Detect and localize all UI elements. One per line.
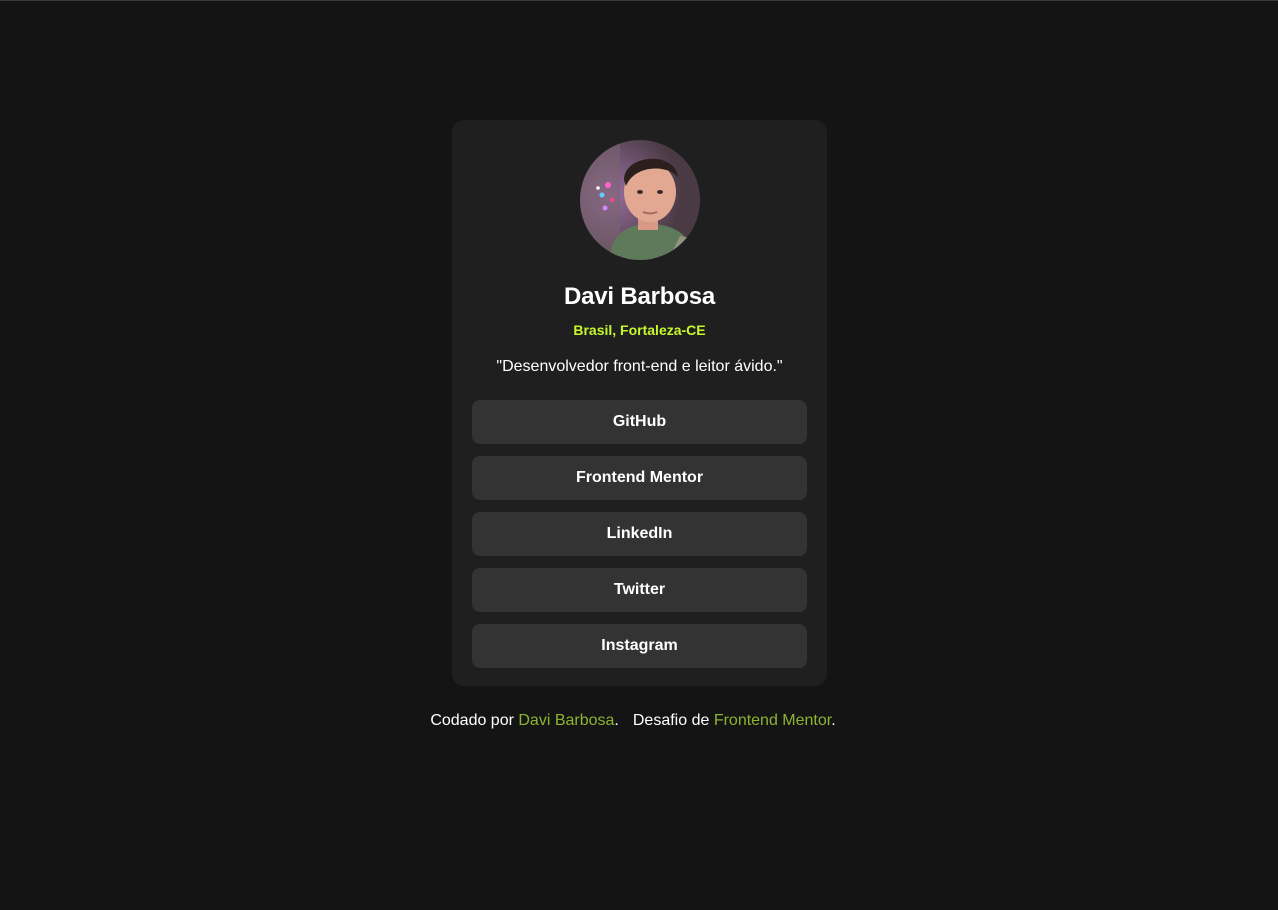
instagram-link-button[interactable]: Instagram (472, 624, 807, 668)
twitter-link-button[interactable]: Twitter (472, 568, 807, 612)
challenge-prefix: Desafio de (632, 712, 714, 729)
profile-card: Davi Barbosa Brasil, Fortaleza-CE "Desen… (452, 120, 827, 686)
challenge-suffix: . (831, 712, 836, 729)
github-link-button[interactable]: GitHub (472, 400, 807, 444)
coded-by-suffix: . (614, 712, 619, 729)
coded-by-prefix: Codado por (430, 712, 519, 729)
social-links: GitHub Frontend Mentor LinkedIn Twitter … (472, 400, 807, 668)
profile-location: Brasil, Fortaleza-CE (573, 322, 706, 338)
author-link[interactable]: Davi Barbosa (518, 712, 614, 729)
avatar (579, 140, 700, 260)
frontend-mentor-link-button[interactable]: Frontend Mentor (472, 456, 807, 500)
linkedin-link-button[interactable]: LinkedIn (472, 512, 807, 556)
profile-bio: "Desenvolvedor front-end e leitor ávido.… (496, 358, 783, 375)
attribution-footer: Codado por Davi Barbosa. Desafio de Front… (0, 709, 1266, 733)
frontend-mentor-link[interactable]: Frontend Mentor (714, 712, 831, 729)
profile-photo-image (579, 140, 700, 260)
profile-name: Davi Barbosa (564, 283, 715, 310)
